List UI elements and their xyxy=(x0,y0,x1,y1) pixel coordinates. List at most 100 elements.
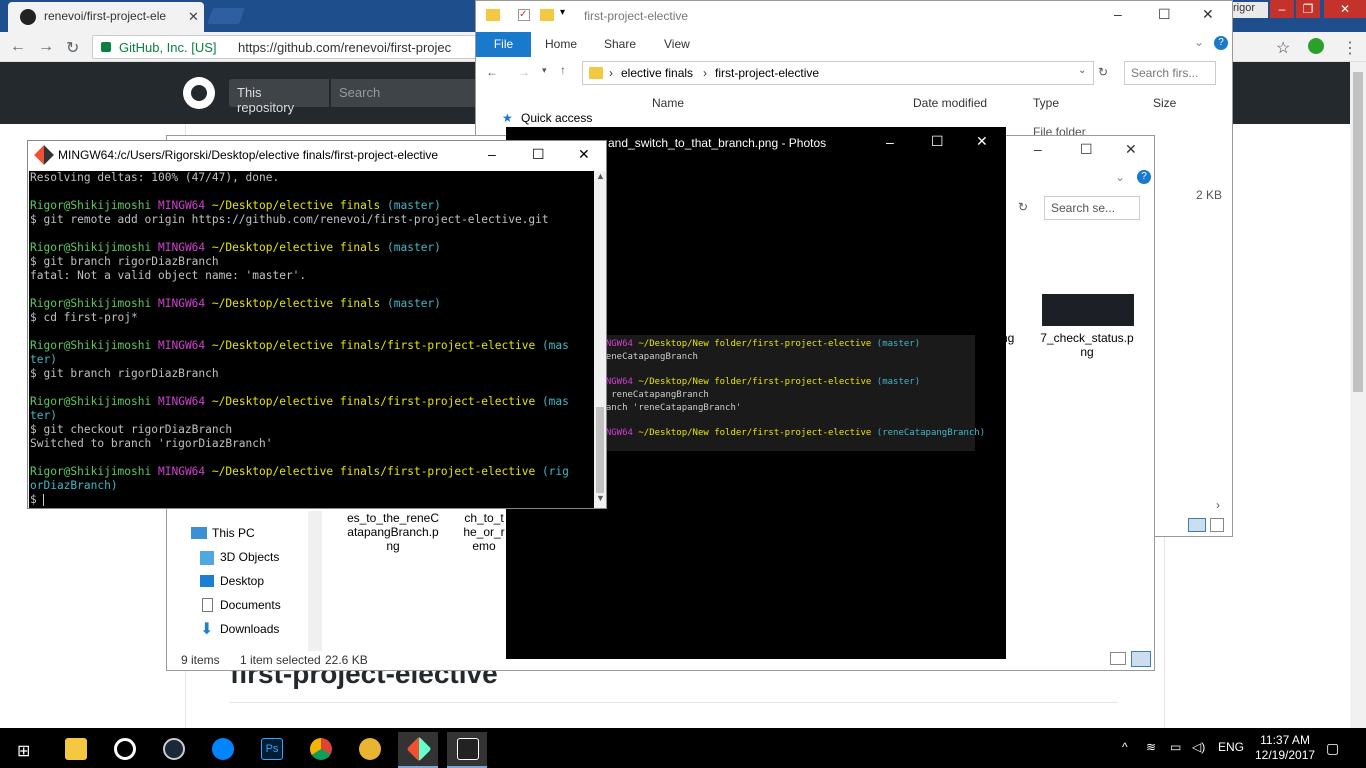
taskbar-git-bash[interactable] xyxy=(398,732,438,768)
scroll-thumb[interactable] xyxy=(1353,72,1363,392)
nav-3d-objects[interactable]: 3D Objects xyxy=(220,550,279,564)
taskbar-photos[interactable] xyxy=(447,732,487,768)
terminal-output[interactable]: Resolving deltas: 100% (47/47), done. Ri… xyxy=(29,171,594,508)
start-button[interactable]: ⊞ xyxy=(4,732,44,768)
taskbar-steam[interactable] xyxy=(153,732,193,768)
properties-icon[interactable]: ✓ xyxy=(518,9,530,21)
file-name[interactable]: ch_to_the_or_remo xyxy=(461,511,507,553)
steam-icon xyxy=(163,738,185,760)
reload-icon[interactable]: ↻ xyxy=(66,38,79,58)
forward-icon[interactable]: → xyxy=(38,38,54,56)
recent-dropdown-icon[interactable]: ▾ xyxy=(542,65,547,76)
browser-tab[interactable]: renevoi/first-project-ele ✕ xyxy=(8,2,204,32)
quick-access-dropdown-icon[interactable]: ▾ xyxy=(560,7,565,18)
nav-documents[interactable]: Documents xyxy=(220,598,281,612)
large-icons-view-icon[interactable] xyxy=(1210,518,1224,532)
lock-icon xyxy=(101,42,111,52)
bookmark-star-icon[interactable]: ☆ xyxy=(1276,38,1290,58)
help-icon[interactable]: ? xyxy=(1214,36,1228,50)
refresh-icon[interactable]: ↻ xyxy=(1098,65,1108,79)
scroll-thumb[interactable] xyxy=(596,407,604,493)
column-type[interactable]: Type xyxy=(1033,96,1059,110)
ribbon-expand-icon[interactable]: ⌄ xyxy=(1194,35,1204,49)
up-icon[interactable]: ↑ xyxy=(560,63,566,77)
tab-share[interactable]: Share xyxy=(604,37,636,51)
tab-file[interactable]: File xyxy=(476,32,531,57)
profile-button[interactable]: rigor xyxy=(1228,2,1268,18)
close-icon[interactable]: ✕ xyxy=(976,133,988,150)
page-scrollbar[interactable] xyxy=(1350,62,1366,728)
ribbon-expand-icon[interactable]: ⌄ xyxy=(1115,170,1125,184)
close-icon[interactable]: ✕ xyxy=(578,146,590,163)
minimize-icon[interactable]: – xyxy=(488,146,496,162)
file-explorer-icon xyxy=(65,738,87,760)
address-dropdown-icon[interactable]: ⌄ xyxy=(1078,65,1086,76)
battery-icon[interactable]: ▭ xyxy=(1170,740,1181,754)
nav-desktop[interactable]: Desktop xyxy=(220,574,264,588)
nav-this-pc[interactable]: This PC xyxy=(212,526,255,540)
menu-icon[interactable]: ⋮ xyxy=(1342,38,1358,58)
address-bar[interactable]: › elective finals › first-project-electi… xyxy=(582,61,1094,85)
git-icon xyxy=(406,736,432,762)
refresh-icon[interactable]: ↻ xyxy=(1018,200,1028,214)
taskbar-messenger[interactable] xyxy=(202,732,242,768)
tab-view[interactable]: View xyxy=(664,37,690,51)
taskbar-chrome[interactable] xyxy=(300,732,340,768)
breadcrumb-current[interactable]: first-project-elective xyxy=(715,66,819,80)
terminal-scrollbar[interactable]: ▲ ▼ xyxy=(594,171,606,508)
forward-icon[interactable]: → xyxy=(518,65,530,79)
search-input[interactable]: Search se... xyxy=(1044,196,1140,220)
help-icon[interactable]: ? xyxy=(1137,170,1151,184)
quick-access-link[interactable]: Quick access xyxy=(521,111,592,125)
details-view-icon[interactable] xyxy=(1110,652,1126,665)
close-icon[interactable]: ✕ xyxy=(1125,141,1137,158)
details-view-icon[interactable] xyxy=(1188,518,1206,532)
restore-icon[interactable]: ❐ xyxy=(1296,0,1320,18)
large-icons-view-icon[interactable] xyxy=(1131,651,1151,667)
close-tab-icon[interactable]: ✕ xyxy=(188,9,199,25)
nav-downloads[interactable]: Downloads xyxy=(220,622,279,636)
column-date-modified[interactable]: Date modified xyxy=(913,96,987,110)
close-icon[interactable]: ✕ xyxy=(1202,6,1214,23)
action-center-icon[interactable]: ▢ xyxy=(1326,740,1339,757)
maximize-icon[interactable]: ☐ xyxy=(1158,6,1171,23)
taskbar-explorer[interactable] xyxy=(55,732,95,768)
github-logo-icon[interactable] xyxy=(183,77,215,109)
maximize-icon[interactable]: ☐ xyxy=(1080,141,1093,158)
file-name[interactable]: 7_check_status.png xyxy=(1037,331,1137,359)
tab-home[interactable]: Home xyxy=(545,37,577,51)
taskbar-photoshop[interactable]: Ps xyxy=(251,732,291,768)
search-input[interactable]: Search firs... xyxy=(1124,61,1216,85)
new-tab-button[interactable] xyxy=(207,8,245,24)
breadcrumb-elective-finals[interactable]: elective finals xyxy=(621,66,693,80)
volume-icon[interactable]: ◁) xyxy=(1192,740,1205,754)
nav-scrollbar[interactable] xyxy=(308,511,322,651)
new-folder-icon[interactable] xyxy=(540,9,554,21)
close-icon[interactable]: ✕ xyxy=(1324,0,1366,18)
column-name[interactable]: Name xyxy=(652,96,684,110)
scroll-right-icon[interactable]: › xyxy=(1216,498,1220,512)
windows-logo-icon: ⊞ xyxy=(17,743,31,760)
back-icon[interactable]: ← xyxy=(10,38,26,56)
url-text[interactable]: https://github.com/renevoi/first-projec xyxy=(238,40,451,55)
language-indicator[interactable]: ENG xyxy=(1218,740,1244,754)
maximize-icon[interactable]: ☐ xyxy=(532,146,545,163)
minimize-icon[interactable]: – xyxy=(1034,141,1042,157)
file-name[interactable]: es_to_the_reneCatapangBranch.png xyxy=(345,511,441,553)
nav-pane: This PC 3D Objects Desktop Documents ⬇ D… xyxy=(167,521,322,646)
minimize-icon[interactable]: – xyxy=(1270,0,1294,18)
minimize-icon[interactable]: – xyxy=(1114,6,1122,22)
minimize-icon[interactable]: – xyxy=(886,134,894,150)
show-hidden-icons-icon[interactable]: ^ xyxy=(1122,740,1128,754)
github-search-input[interactable]: Search xyxy=(331,79,481,107)
address-bar[interactable]: GitHub, Inc. [US] https://github.com/ren… xyxy=(92,35,492,59)
column-size[interactable]: Size xyxy=(1153,96,1176,110)
taskbar-app[interactable] xyxy=(104,732,144,768)
network-icon[interactable]: ≋ xyxy=(1146,740,1156,754)
maximize-icon[interactable]: ☐ xyxy=(931,133,944,150)
file-thumbnail[interactable] xyxy=(1042,294,1134,326)
back-icon[interactable]: ← xyxy=(486,65,498,79)
clock[interactable]: 11:37 AM 12/19/2017 xyxy=(1255,733,1315,763)
taskbar-app[interactable] xyxy=(349,732,389,768)
extension-icon[interactable] xyxy=(1308,38,1324,54)
